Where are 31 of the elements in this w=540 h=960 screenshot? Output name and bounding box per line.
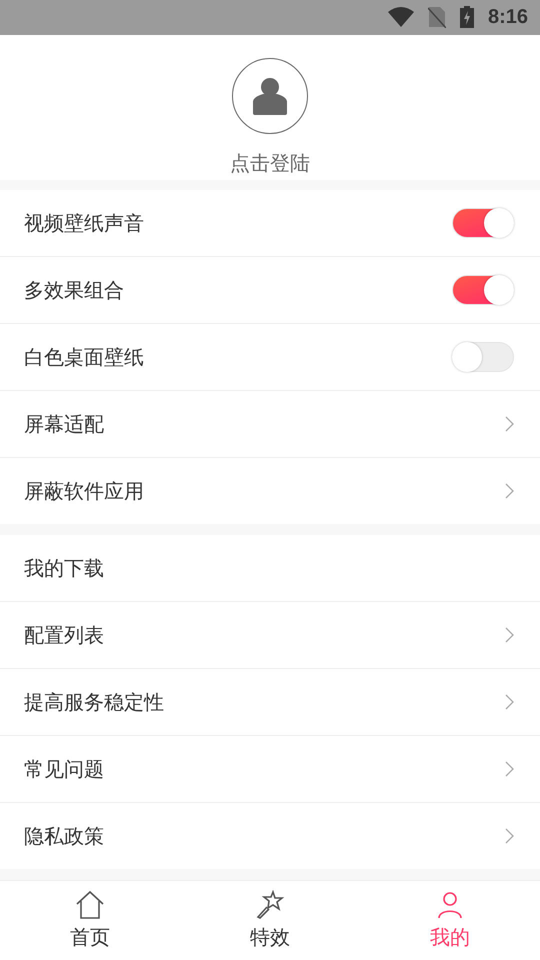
- person-icon: [435, 890, 465, 920]
- setting-label: 隐私政策: [24, 822, 104, 850]
- setting-label: 常见问题: [24, 756, 104, 783]
- wand-icon: [255, 890, 285, 920]
- chevron-right-icon[interactable]: [505, 694, 514, 710]
- battery-charging-icon: [460, 6, 474, 28]
- toggle-switch[interactable]: [452, 208, 514, 238]
- person-icon: [253, 76, 287, 115]
- chevron-right-icon[interactable]: [505, 416, 514, 432]
- chevron-right-icon[interactable]: [505, 483, 514, 500]
- avatar-button[interactable]: [232, 58, 308, 134]
- status-time: 8:16: [488, 6, 528, 29]
- wifi-icon: [388, 7, 414, 28]
- setting-label: 屏幕适配: [24, 410, 104, 438]
- setting-label: 多效果组合: [24, 276, 124, 304]
- setting-label: 白色桌面壁纸: [24, 344, 144, 371]
- setting-label: 提高服务稳定性: [24, 688, 164, 716]
- toggle-switch[interactable]: [452, 275, 514, 306]
- setting-label: 配置列表: [24, 622, 104, 649]
- setting-label: 我的下载: [24, 554, 104, 582]
- nav-tab[interactable]: 特效: [180, 881, 360, 960]
- nav-tab[interactable]: 首页: [0, 881, 180, 960]
- chevron-right-icon[interactable]: [505, 627, 514, 644]
- no-sim-icon: [428, 6, 446, 28]
- home-icon: [75, 890, 105, 920]
- chevron-right-icon[interactable]: [505, 828, 514, 844]
- toggle-switch[interactable]: [452, 342, 514, 372]
- setting-label: 屏蔽软件应用: [24, 478, 144, 505]
- login-link[interactable]: 点击登陆: [230, 150, 310, 177]
- setting-label: 视频壁纸声音: [24, 210, 144, 237]
- chevron-right-icon[interactable]: [505, 761, 514, 778]
